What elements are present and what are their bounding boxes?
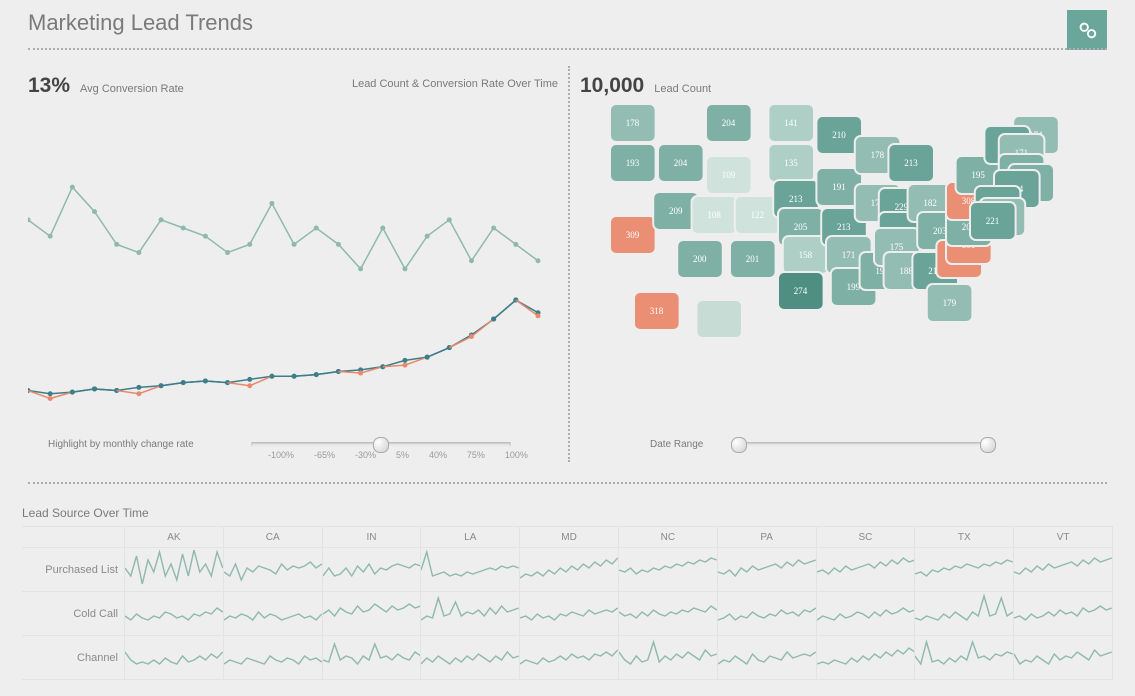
sparkline-cell[interactable] — [520, 548, 619, 592]
kpi-leadcount-label: Lead Count — [654, 83, 711, 95]
sparkline-cell[interactable] — [322, 592, 421, 636]
state-CA[interactable]: 309 — [610, 216, 656, 254]
sparkline-cell[interactable] — [520, 636, 619, 680]
state-SD[interactable]: 135 — [768, 144, 814, 182]
sparkline-cell[interactable] — [816, 548, 915, 592]
state-WA[interactable]: 178 — [610, 104, 656, 142]
col-header: LA — [421, 527, 520, 548]
sparkline-cell[interactable] — [125, 548, 224, 592]
sparkline-cell[interactable] — [915, 548, 1014, 592]
row-header: Cold Call — [22, 592, 125, 636]
sparkline-cell[interactable] — [322, 636, 421, 680]
state-MD[interactable]: 221 — [970, 202, 1016, 240]
state-UT[interactable]: 108 — [692, 196, 738, 234]
sparkline-cell[interactable] — [618, 548, 717, 592]
sparkline-cell[interactable] — [520, 592, 619, 636]
lead-source-table: AKCAINLAMDNCPASCTXVT Purchased ListCold C… — [22, 526, 1113, 680]
state-NM[interactable]: 201 — [730, 240, 776, 278]
sparkline-cell[interactable] — [816, 636, 915, 680]
sparkline-cell[interactable] — [1014, 636, 1113, 680]
state-MI[interactable]: 213 — [888, 144, 934, 182]
us-map-chart[interactable]: 1781933092092042041091082001222011411352… — [600, 98, 1090, 398]
row-header: Purchased List — [22, 548, 125, 592]
sparkline-cell[interactable] — [421, 592, 520, 636]
sparkline-cell[interactable] — [717, 592, 816, 636]
sparkline-cell[interactable] — [915, 592, 1014, 636]
kpi-conversion-label: Avg Conversion Rate — [80, 83, 184, 95]
state-OR[interactable]: 193 — [610, 144, 656, 182]
sparkline-cell[interactable] — [1014, 548, 1113, 592]
state-AK[interactable]: 318 — [634, 292, 680, 330]
leadcount-conversion-chart[interactable] — [28, 98, 558, 418]
date-range-label: Date Range — [650, 439, 730, 450]
sparkline-cell[interactable] — [421, 548, 520, 592]
refresh-button[interactable] — [1067, 10, 1107, 50]
highlight-slider[interactable] — [251, 442, 511, 447]
state-ID[interactable]: 204 — [658, 144, 704, 182]
slider-label: Highlight by monthly change rate — [48, 439, 248, 450]
sparkline-cell[interactable] — [223, 592, 322, 636]
slider-tick: 40% — [429, 450, 447, 460]
lead-source-title: Lead Source Over Time — [22, 506, 1113, 520]
col-header: AK — [125, 527, 224, 548]
slider-tick: 100% — [505, 450, 528, 460]
sparkline-cell[interactable] — [618, 592, 717, 636]
col-header: TX — [915, 527, 1014, 548]
slider-tick: 5% — [396, 450, 409, 460]
sparkline-cell[interactable] — [618, 636, 717, 680]
slider-tick: -30% — [355, 450, 376, 460]
sparkline-cell[interactable] — [717, 548, 816, 592]
col-header: PA — [717, 527, 816, 548]
state-FL[interactable]: 179 — [927, 284, 973, 322]
slider-tick: 75% — [467, 450, 485, 460]
sparkline-cell[interactable] — [717, 636, 816, 680]
sparkline-cell[interactable] — [1014, 592, 1113, 636]
state-ND[interactable]: 141 — [768, 104, 814, 142]
sparkline-cell[interactable] — [125, 636, 224, 680]
sparkline-cell[interactable] — [223, 548, 322, 592]
sparkline-cell[interactable] — [125, 592, 224, 636]
state-HI[interactable] — [696, 300, 742, 338]
slider-tick: -65% — [314, 450, 335, 460]
kpi-conversion-value: 13% — [28, 74, 70, 98]
sparkline-cell[interactable] — [223, 636, 322, 680]
row-header: Channel — [22, 636, 125, 680]
sparkline-cell[interactable] — [322, 548, 421, 592]
state-WY[interactable]: 109 — [706, 156, 752, 194]
refresh-icon — [1076, 19, 1098, 41]
slider-tick: -100% — [268, 450, 294, 460]
page-title: Marketing Lead Trends — [28, 10, 253, 35]
col-header: NC — [618, 527, 717, 548]
sparkline-cell[interactable] — [915, 636, 1014, 680]
col-header: VT — [1014, 527, 1113, 548]
col-header: SC — [816, 527, 915, 548]
date-range-knob-end[interactable] — [980, 437, 996, 453]
date-range-slider[interactable] — [733, 442, 993, 447]
sparkline-cell[interactable] — [421, 636, 520, 680]
sparkline-cell[interactable] — [816, 592, 915, 636]
chart-subtitle: Lead Count & Conversion Rate Over Time — [352, 78, 558, 90]
state-AZ[interactable]: 200 — [677, 240, 723, 278]
kpi-leadcount-value: 10,000 — [580, 74, 644, 98]
date-range-knob-start[interactable] — [731, 437, 747, 453]
col-header: CA — [223, 527, 322, 548]
state-MT[interactable]: 204 — [706, 104, 752, 142]
state-TX[interactable]: 274 — [778, 272, 824, 310]
col-header: IN — [322, 527, 421, 548]
col-header: MD — [520, 527, 619, 548]
panel-divider — [568, 66, 570, 462]
